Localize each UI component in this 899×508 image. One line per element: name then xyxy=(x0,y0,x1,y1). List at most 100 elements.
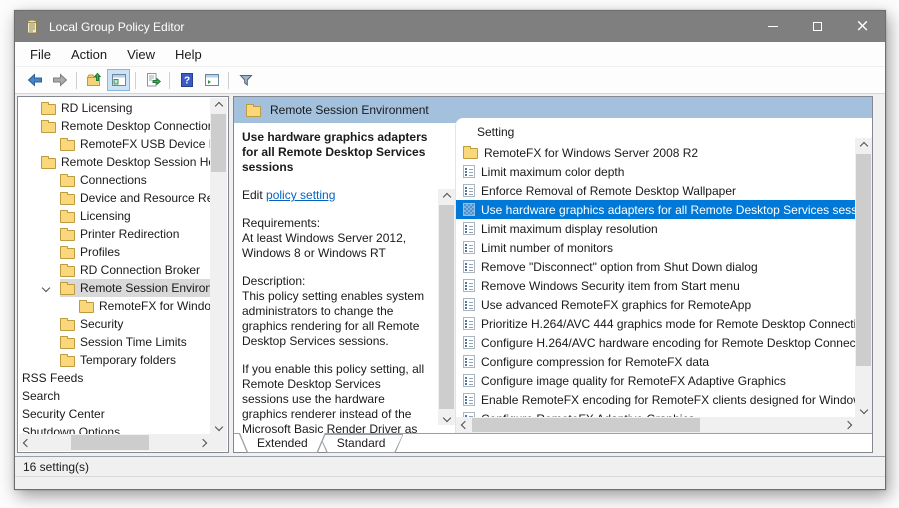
maximize-button[interactable] xyxy=(795,11,840,42)
folder-icon xyxy=(79,302,94,313)
tree-horizontal-scrollbar[interactable] xyxy=(19,434,210,451)
title-bar[interactable]: Local Group Policy Editor × xyxy=(15,11,885,42)
policy-setting-link[interactable]: policy setting xyxy=(266,188,335,202)
console-tree-panel: RD LicensingRemote Desktop Connection Cl… xyxy=(17,96,229,453)
scrollbar-thumb[interactable] xyxy=(71,435,149,450)
status-text: 16 setting(s) xyxy=(23,460,89,474)
tree-item[interactable]: Device and Resource Redirect xyxy=(19,189,210,207)
tree-item[interactable]: Remote Session Environment xyxy=(19,279,210,297)
tree-item-label: RemoteFX USB Device Redirec xyxy=(80,137,210,151)
tab-standard-label: Standard xyxy=(319,434,404,450)
folder-icon xyxy=(60,338,75,349)
forward-button[interactable] xyxy=(48,69,71,91)
content-area: RD LicensingRemote Desktop Connection Cl… xyxy=(15,94,885,456)
setting-row[interactable]: Enable RemoteFX encoding for RemoteFX cl… xyxy=(456,390,855,409)
setting-row[interactable]: Configure image quality for RemoteFX Ada… xyxy=(456,371,855,390)
description-paragraph-1: This policy setting enables system admin… xyxy=(242,289,430,349)
setting-row[interactable]: Enforce Removal of Remote Desktop Wallpa… xyxy=(456,181,855,200)
tree-item[interactable]: Printer Redirection xyxy=(19,225,210,243)
scroll-right-arrow[interactable] xyxy=(841,417,855,433)
tree-item[interactable]: Shutdown Options xyxy=(19,423,210,434)
setting-row[interactable]: Limit maximum display resolution xyxy=(456,219,855,238)
scroll-up-arrow[interactable] xyxy=(210,98,227,113)
expand-chevron-icon[interactable] xyxy=(42,284,50,292)
scroll-down-arrow[interactable] xyxy=(855,402,872,417)
setting-row[interactable]: Configure compression for RemoteFX data xyxy=(456,352,855,371)
scroll-right-arrow[interactable] xyxy=(195,434,210,451)
export-list-icon xyxy=(145,72,161,88)
tree-item[interactable]: RSS Feeds xyxy=(19,369,210,387)
tree-item[interactable]: RD Licensing xyxy=(19,99,210,117)
setting-row[interactable]: Limit maximum color depth xyxy=(456,162,855,181)
console-tree: RD LicensingRemote Desktop Connection Cl… xyxy=(19,99,210,434)
maximize-icon xyxy=(813,22,822,31)
scroll-left-arrow[interactable] xyxy=(458,417,472,433)
setting-row[interactable]: Limit number of monitors xyxy=(456,238,855,257)
tab-standard[interactable]: Standard xyxy=(319,434,404,453)
requirements-text: At least Windows Server 2012, Windows 8 … xyxy=(242,231,430,261)
tree-item-label: Printer Redirection xyxy=(80,227,179,241)
show-console-tree-button[interactable] xyxy=(107,69,130,91)
filter-button[interactable] xyxy=(234,69,257,91)
setting-row[interactable]: Configure H.264/AVC hardware encoding fo… xyxy=(456,333,855,352)
tree-item[interactable]: Security xyxy=(19,315,210,333)
setting-column-header[interactable]: Setting xyxy=(456,122,855,142)
tree-item[interactable]: Security Center xyxy=(19,405,210,423)
help-button[interactable]: ? xyxy=(175,69,198,91)
tree-item[interactable]: Connections xyxy=(19,171,210,189)
menu-file[interactable]: File xyxy=(20,44,61,65)
tree-vertical-scrollbar[interactable] xyxy=(210,98,227,434)
list-vertical-scrollbar[interactable] xyxy=(855,138,872,417)
setting-label: Configure compression for RemoteFX data xyxy=(481,355,709,369)
back-button[interactable] xyxy=(23,69,46,91)
tree-item[interactable]: Session Time Limits xyxy=(19,333,210,351)
tree-item[interactable]: Remote Desktop Connection Clie xyxy=(19,117,210,135)
setting-row[interactable]: Use hardware graphics adapters for all R… xyxy=(456,200,855,219)
scrollbar-thumb[interactable] xyxy=(472,418,700,432)
tree-item-label: Profiles xyxy=(80,245,120,259)
scroll-up-arrow[interactable] xyxy=(438,189,455,204)
export-list-button[interactable] xyxy=(141,69,164,91)
policy-icon xyxy=(463,355,475,368)
minimize-button[interactable] xyxy=(750,11,795,42)
tree-item[interactable]: RemoteFX USB Device Redirec xyxy=(19,135,210,153)
menu-view[interactable]: View xyxy=(117,44,165,65)
back-arrow-icon xyxy=(27,72,43,88)
list-horizontal-scrollbar[interactable] xyxy=(456,417,855,433)
menu-action[interactable]: Action xyxy=(61,44,117,65)
show-window-button[interactable] xyxy=(200,69,223,91)
tree-item-label: Connections xyxy=(80,173,147,187)
setting-row[interactable]: Configure RemoteFX Adaptive Graphics xyxy=(456,409,855,417)
description-vertical-scrollbar[interactable] xyxy=(438,189,455,425)
scroll-down-arrow[interactable] xyxy=(438,410,455,425)
settings-list-panel: Setting RemoteFX for Windows Server 2008… xyxy=(455,118,872,433)
scroll-left-arrow[interactable] xyxy=(19,434,34,451)
close-button[interactable]: × xyxy=(840,11,885,42)
setting-label: Enforce Removal of Remote Desktop Wallpa… xyxy=(481,184,736,198)
tree-item-label: Remote Desktop Session Host xyxy=(61,155,210,169)
scrollbar-thumb[interactable] xyxy=(439,205,454,409)
tab-extended[interactable]: Extended xyxy=(239,434,326,453)
setting-row[interactable]: Prioritize H.264/AVC 444 graphics mode f… xyxy=(456,314,855,333)
tree-item[interactable]: Search xyxy=(19,387,210,405)
forward-arrow-icon xyxy=(52,72,68,88)
scrollbar-thumb[interactable] xyxy=(856,154,871,366)
setting-row[interactable]: Remove Windows Security item from Start … xyxy=(456,276,855,295)
tree-item[interactable]: RD Connection Broker xyxy=(19,261,210,279)
folder-icon xyxy=(41,158,56,169)
tree-item[interactable]: Profiles xyxy=(19,243,210,261)
tree-item[interactable]: Temporary folders xyxy=(19,351,210,369)
tree-item[interactable]: Licensing xyxy=(19,207,210,225)
menu-help[interactable]: Help xyxy=(165,44,212,65)
scroll-down-arrow[interactable] xyxy=(210,419,227,434)
tree-item[interactable]: RemoteFX for Windows Se xyxy=(19,297,210,315)
scrollbar-thumb[interactable] xyxy=(211,114,226,172)
tree-item-label: Search xyxy=(22,389,60,403)
up-one-level-button[interactable] xyxy=(82,69,105,91)
setting-label: Configure image quality for RemoteFX Ada… xyxy=(481,374,786,388)
setting-row[interactable]: Remove "Disconnect" option from Shut Dow… xyxy=(456,257,855,276)
setting-row[interactable]: Use advanced RemoteFX graphics for Remot… xyxy=(456,295,855,314)
setting-row[interactable]: RemoteFX for Windows Server 2008 R2 xyxy=(456,143,855,162)
tree-item[interactable]: Remote Desktop Session Host xyxy=(19,153,210,171)
scroll-up-arrow[interactable] xyxy=(855,138,872,153)
